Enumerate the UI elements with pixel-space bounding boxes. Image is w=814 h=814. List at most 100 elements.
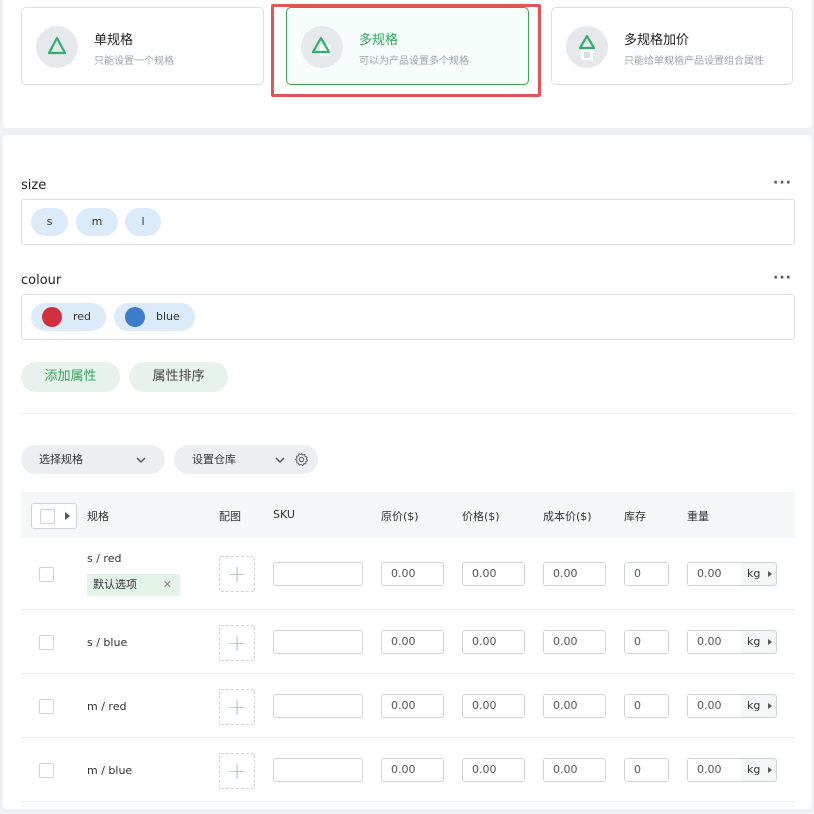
row-checkbox[interactable]: [39, 699, 54, 714]
attr-value-label: red: [73, 310, 92, 323]
plus-icon: +: [226, 560, 248, 588]
spec-editor-panel: size ··· s m l colour ··· red blue 添加属性 …: [3, 135, 812, 809]
weight-input[interactable]: 0.00: [687, 694, 742, 718]
table-row: m / blue + 0.00 0.00 0.00 0 0.00 kg: [21, 738, 795, 802]
cost-input[interactable]: 0.00: [543, 562, 606, 586]
spec-type-title: 多规格: [359, 33, 399, 48]
stock-input[interactable]: 0: [624, 630, 669, 654]
gear-icon[interactable]: [294, 452, 309, 467]
attr-value-tag-blue[interactable]: blue: [114, 303, 195, 331]
stock-input[interactable]: 0: [624, 758, 669, 782]
attr-value-tag-red[interactable]: red: [31, 303, 106, 331]
unit-label: kg: [747, 635, 761, 648]
more-icon[interactable]: ···: [773, 270, 792, 286]
col-weight: 重量: [687, 510, 709, 523]
default-option-label: 默认选项: [93, 578, 137, 591]
image-upload-slot[interactable]: +: [219, 625, 255, 661]
weight-unit-select[interactable]: kg: [741, 630, 777, 654]
attr-value-tag[interactable]: l: [125, 208, 161, 236]
attr-values-size[interactable]: s m l: [21, 199, 795, 245]
chevron-down-icon: [275, 457, 285, 463]
table-row: m / red + 0.00 0.00 0.00 0 0.00 kg: [21, 674, 795, 738]
spec-type-card-single[interactable]: 单规格 只能设置一个规格: [21, 7, 264, 85]
caret-right-icon: [768, 639, 772, 645]
attr-name-colour: colour: [21, 273, 62, 288]
orig-price-input[interactable]: 0.00: [381, 562, 444, 586]
attr-name-size: size: [21, 178, 47, 193]
weight-unit-select[interactable]: kg: [741, 562, 777, 586]
triangle-stack-icon: [566, 26, 608, 68]
add-attribute-button[interactable]: 添加属性: [21, 362, 120, 392]
col-orig-price: 原价($): [381, 510, 419, 523]
cost-input[interactable]: 0.00: [543, 694, 606, 718]
select-all-checkbox[interactable]: [40, 509, 55, 524]
col-cost: 成本价($): [543, 510, 592, 523]
table-row: s / blue + 0.00 0.00 0.00 0 0.00 kg: [21, 610, 795, 674]
weight-unit-select[interactable]: kg: [741, 694, 777, 718]
attr-value-label: blue: [156, 310, 180, 323]
price-input[interactable]: 0.00: [462, 694, 525, 718]
table-row: s / red 默认选项 ✕ + 0.00 0.00 0.00 0 0.00 k…: [21, 538, 795, 610]
select-label: 设置仓库: [192, 453, 236, 466]
image-upload-slot[interactable]: +: [219, 556, 255, 592]
row-checkbox[interactable]: [39, 567, 54, 582]
select-label: 选择规格: [39, 453, 83, 466]
weight-input[interactable]: 0.00: [687, 758, 742, 782]
col-spec: 规格: [87, 510, 109, 523]
price-input[interactable]: 0.00: [462, 562, 525, 586]
caret-right-icon: [768, 703, 772, 709]
sku-input[interactable]: [273, 562, 363, 586]
row-spec: s / red: [87, 552, 122, 565]
caret-right-icon: [65, 512, 70, 520]
col-stock: 库存: [624, 510, 646, 523]
weight-input[interactable]: 0.00: [687, 630, 742, 654]
plus-icon: +: [226, 693, 248, 721]
weight-unit-select[interactable]: kg: [741, 758, 777, 782]
stock-input[interactable]: 0: [624, 694, 669, 718]
close-icon[interactable]: ✕: [163, 574, 172, 596]
col-price: 价格($): [462, 510, 500, 523]
weight-input[interactable]: 0.00: [687, 562, 742, 586]
sku-input[interactable]: [273, 758, 363, 782]
spec-type-title: 多规格加价: [624, 33, 690, 48]
cost-input[interactable]: 0.00: [543, 630, 606, 654]
sort-attribute-button[interactable]: 属性排序: [129, 362, 228, 392]
cost-input[interactable]: 0.00: [543, 758, 606, 782]
row-checkbox[interactable]: [39, 763, 54, 778]
attr-values-colour[interactable]: red blue: [21, 294, 795, 340]
row-checkbox[interactable]: [39, 635, 54, 650]
sku-input[interactable]: [273, 694, 363, 718]
orig-price-input[interactable]: 0.00: [381, 758, 444, 782]
triangle-square-icon: [301, 26, 343, 68]
bulk-select-dropdown[interactable]: [31, 503, 77, 529]
attr-value-tag[interactable]: m: [76, 208, 118, 236]
spec-type-card-multi[interactable]: 多规格 可以为产品设置多个规格: [286, 7, 529, 85]
unit-label: kg: [747, 567, 761, 580]
price-input[interactable]: 0.00: [462, 630, 525, 654]
caret-right-icon: [768, 571, 772, 577]
image-upload-slot[interactable]: +: [219, 753, 255, 789]
default-option-tag: 默认选项 ✕: [87, 574, 180, 596]
row-spec: s / blue: [87, 636, 128, 649]
image-upload-slot[interactable]: +: [219, 689, 255, 725]
spec-type-panel: 单规格 只能设置一个规格 多规格 可以为产品设置多个规格 多规格加价 只能给单规…: [3, 0, 812, 128]
more-icon[interactable]: ···: [773, 175, 792, 191]
color-swatch: [42, 307, 62, 327]
plus-icon: +: [226, 629, 248, 657]
row-spec: m / blue: [87, 764, 133, 777]
choose-spec-select[interactable]: 选择规格: [21, 445, 165, 474]
sku-input[interactable]: [273, 630, 363, 654]
caret-right-icon: [768, 767, 772, 773]
plus-icon: +: [226, 757, 248, 785]
price-input[interactable]: 0.00: [462, 758, 525, 782]
spec-type-desc: 只能给单规格产品设置组合属性: [624, 56, 764, 67]
attr-value-tag[interactable]: s: [31, 208, 68, 236]
set-warehouse-select[interactable]: 设置仓库: [174, 445, 318, 474]
orig-price-input[interactable]: 0.00: [381, 630, 444, 654]
stock-input[interactable]: 0: [624, 562, 669, 586]
spec-type-title: 单规格: [94, 33, 134, 48]
orig-price-input[interactable]: 0.00: [381, 694, 444, 718]
spec-type-card-multi-markup[interactable]: 多规格加价 只能给单规格产品设置组合属性: [551, 7, 793, 85]
unit-label: kg: [747, 763, 761, 776]
col-sku: SKU: [273, 508, 295, 521]
